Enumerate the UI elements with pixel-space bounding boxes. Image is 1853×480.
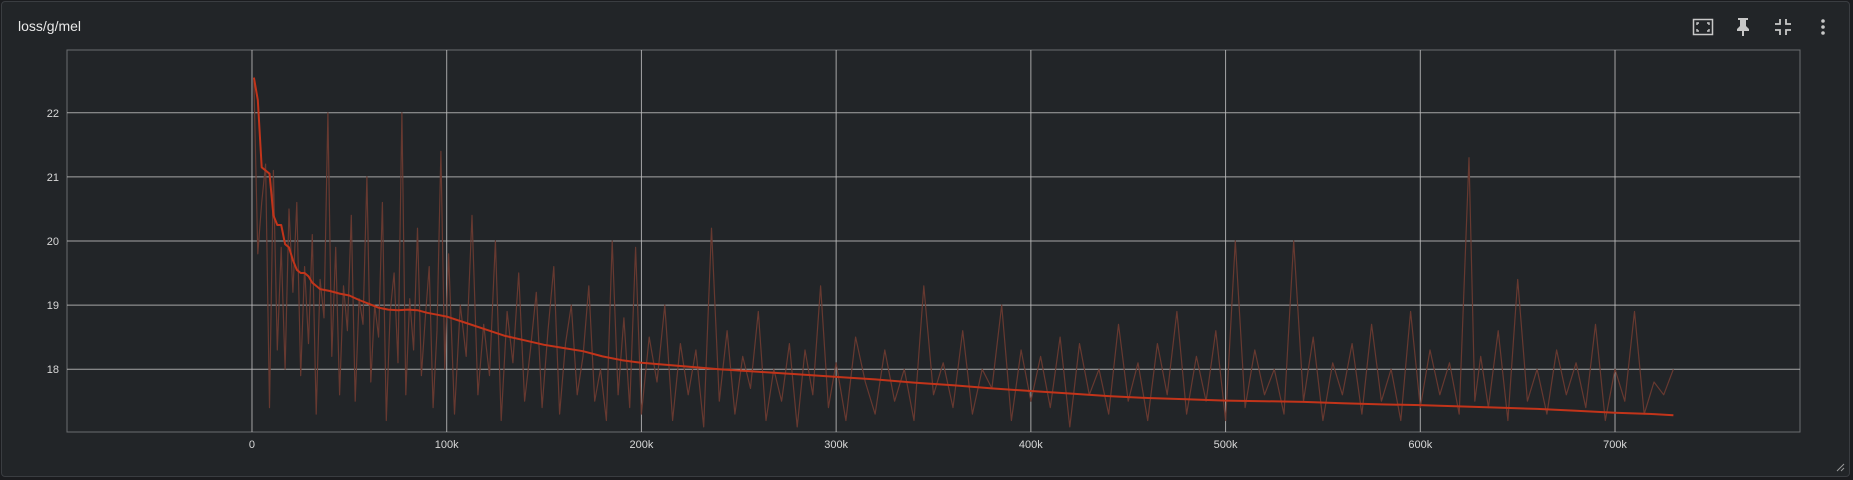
x-tick-label: 300k [824,439,848,451]
x-tick-label: 200k [629,439,653,451]
x-tick-label: 400k [1019,439,1043,451]
x-tick-label: 700k [1603,439,1627,451]
x-tick-label: 500k [1214,439,1238,451]
chart-area: 0 100k 200k 300k 400k 500k 600k 700k 18 19 20 21 22 [47,49,1801,451]
raw-series-line [253,80,1674,428]
y-tick-label: 18 [47,364,59,376]
smoothed-series-line [252,77,1674,417]
y-tick-label: 21 [47,172,59,184]
x-tick-label: 100k [435,439,459,451]
x-tick-label: 0 [249,439,255,451]
y-tick-label: 22 [47,108,59,120]
x-tick-label: 600k [1408,439,1432,451]
y-tick-label: 19 [47,300,59,312]
y-tick-label: 20 [47,236,59,248]
